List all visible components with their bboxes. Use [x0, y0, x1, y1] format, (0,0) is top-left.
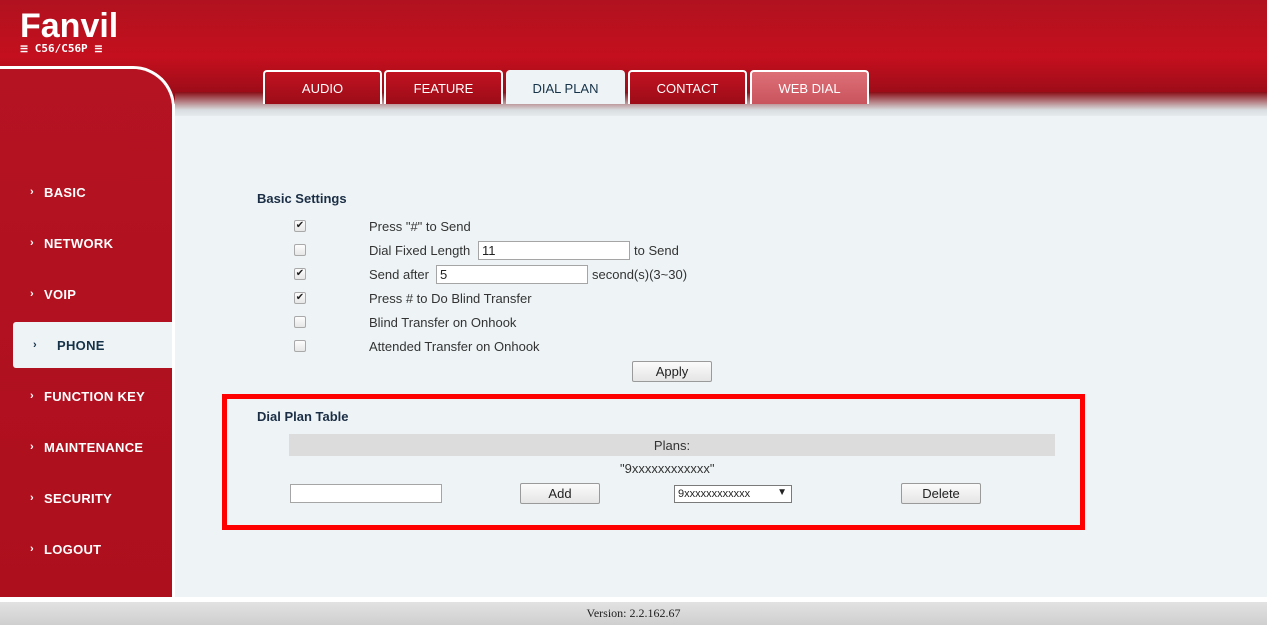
dial-fixed-length-checkbox[interactable]	[294, 244, 306, 256]
tab-audio[interactable]: AUDIO	[263, 70, 382, 104]
sidebar-item-maintenance[interactable]: › MAINTENANCE	[0, 424, 172, 470]
new-plan-input[interactable]	[290, 484, 442, 503]
add-button[interactable]: Add	[520, 483, 600, 504]
sidebar-item-basic[interactable]: › BASIC	[0, 169, 172, 215]
chevron-right-icon: ›	[30, 390, 34, 402]
blind-transfer-hash-checkbox[interactable]: ✔	[294, 292, 306, 304]
sidebar-item-security[interactable]: › SECURITY	[0, 475, 172, 521]
send-after-label: Send after	[369, 267, 429, 282]
send-after-checkbox[interactable]: ✔	[294, 268, 306, 280]
chevron-right-icon: ›	[30, 237, 34, 249]
sidebar-item-function-key[interactable]: › FUNCTION KEY	[0, 373, 172, 419]
sidebar-item-phone[interactable]: › PHONE	[13, 322, 172, 368]
dial-fixed-length-input[interactable]	[478, 241, 630, 260]
caret-down-icon: ▼	[777, 487, 787, 498]
send-after-input[interactable]	[436, 265, 588, 284]
tab-dial-plan[interactable]: DIAL PLAN	[506, 70, 625, 104]
apply-button[interactable]: Apply	[632, 361, 712, 382]
blind-transfer-onhook-checkbox[interactable]	[294, 316, 306, 328]
attended-transfer-onhook-label: Attended Transfer on Onhook	[369, 339, 540, 354]
chevron-right-icon: ›	[30, 186, 34, 198]
sidebar-item-voip[interactable]: › VOIP	[0, 271, 172, 317]
sidebar-item-network[interactable]: › NETWORK	[0, 220, 172, 266]
send-after-suffix: second(s)(3~30)	[592, 267, 688, 282]
press-hash-checkbox[interactable]: ✔	[294, 220, 306, 232]
checkmark-icon: ✔	[295, 220, 305, 231]
checkmark-icon: ✔	[295, 292, 305, 303]
dial-fixed-length-suffix: to Send	[634, 243, 679, 258]
press-hash-label: Press "#" to Send	[369, 219, 471, 234]
logo-bars-icon: ☰	[94, 45, 103, 55]
checkmark-icon: ✔	[295, 268, 305, 279]
plans-header: Plans:	[289, 434, 1055, 456]
chevron-right-icon: ›	[30, 492, 34, 504]
plan-select[interactable]: 9xxxxxxxxxxxx ▼	[674, 485, 792, 503]
dial-plan-table-title: Dial Plan Table	[257, 409, 349, 424]
blind-transfer-onhook-label: Blind Transfer on Onhook	[369, 315, 517, 330]
blind-transfer-hash-label: Press # to Do Blind Transfer	[369, 291, 532, 306]
chevron-right-icon: ›	[33, 339, 37, 351]
plan-entry: "9xxxxxxxxxxxx"	[620, 461, 715, 476]
basic-settings-title: Basic Settings	[257, 191, 347, 206]
logo-text: Fanvil	[20, 7, 119, 45]
fanvil-logo: Fanvil ☰ C56/C56P ☰	[20, 8, 118, 55]
tab-web-dial[interactable]: WEB DIAL	[750, 70, 869, 104]
logo-bars-icon: ☰	[20, 45, 29, 55]
tab-feature[interactable]: FEATURE	[384, 70, 503, 104]
sidebar-item-logout[interactable]: › LOGOUT	[0, 526, 172, 572]
delete-button[interactable]: Delete	[901, 483, 981, 504]
attended-transfer-onhook-checkbox[interactable]	[294, 340, 306, 352]
chevron-right-icon: ›	[30, 543, 34, 555]
footer: Version: 2.2.162.67	[0, 602, 1267, 625]
dial-fixed-length-label: Dial Fixed Length	[369, 243, 471, 258]
version-label: Version: 2.2.162.67	[586, 606, 681, 620]
chevron-right-icon: ›	[30, 441, 34, 453]
chevron-right-icon: ›	[30, 288, 34, 300]
tab-contact[interactable]: CONTACT	[628, 70, 747, 104]
